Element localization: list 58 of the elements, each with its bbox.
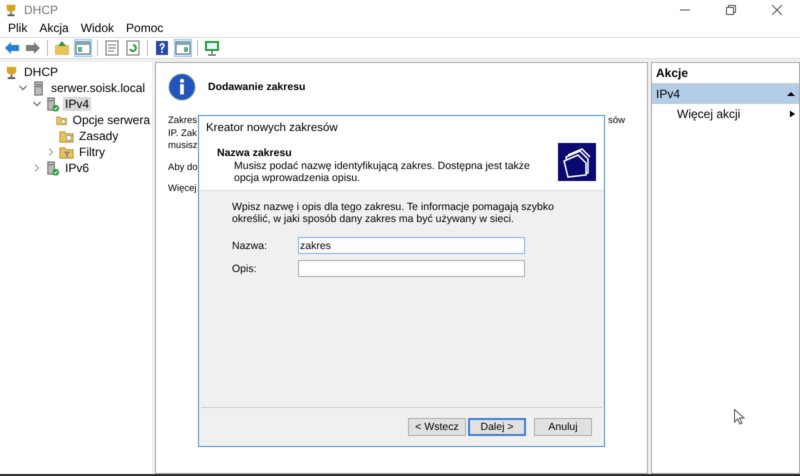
tree-item[interactable]: Opcje serwera xyxy=(70,113,152,127)
description-text: musisz xyxy=(168,140,198,152)
expanded-chevron-icon[interactable] xyxy=(33,100,41,108)
filter-folder-icon xyxy=(59,144,74,160)
folders-icon xyxy=(558,143,596,181)
menu-item[interactable]: Widok xyxy=(80,20,114,34)
text-field[interactable]: zakres xyxy=(298,237,525,254)
expanded-chevron-icon[interactable] xyxy=(19,84,27,92)
dialog-button[interactable]: Anuluj xyxy=(534,418,592,436)
action-pane-icon[interactable] xyxy=(175,40,191,56)
close-icon[interactable] xyxy=(772,5,782,15)
help-icon[interactable] xyxy=(154,40,170,56)
field-label: Nazwa: xyxy=(232,240,268,252)
action-section-header[interactable]: IPv4 xyxy=(652,84,799,104)
dialog-button[interactable]: < Wstecz xyxy=(408,418,466,436)
instruction-text: Wpisz nazwę i opis dla tego zakresu. Te informacje pomagają szybko określić, w jaki sposób dany zakres ma być używany w sieci. xyxy=(232,201,555,225)
back-arrow-icon[interactable] xyxy=(4,40,20,56)
menu-item[interactable]: Plik xyxy=(8,20,28,34)
tree-item[interactable]: DHCP xyxy=(22,65,60,79)
collapse-triangle-icon[interactable] xyxy=(787,90,795,98)
cursor-icon xyxy=(734,409,745,425)
tree-item[interactable]: Filtry xyxy=(77,145,107,159)
action-item[interactable]: Więcej akcji xyxy=(677,107,740,121)
monitor-icon[interactable] xyxy=(204,40,220,56)
description-text: Zakres xyxy=(168,115,198,128)
text-field[interactable] xyxy=(298,260,525,277)
dialog-button[interactable]: Dalej > xyxy=(468,418,526,436)
collapsed-chevron-icon[interactable] xyxy=(33,164,41,172)
dialog-title: Kreator nowych zakresów xyxy=(206,122,339,134)
collapsed-chevron-icon[interactable] xyxy=(47,148,55,156)
refresh-icon[interactable] xyxy=(125,40,141,56)
description-text: IP. Zak xyxy=(168,128,197,140)
description-text: sów xyxy=(608,115,625,128)
menu-item[interactable]: Akcja xyxy=(39,20,69,34)
tree-item[interactable]: IPv6 xyxy=(63,161,92,175)
description-text: Aby do xyxy=(168,162,198,174)
forward-arrow-icon[interactable] xyxy=(25,40,41,56)
tree-item[interactable]: IPv4 xyxy=(63,97,92,111)
window-title: DHCP xyxy=(24,3,58,17)
folder-icon xyxy=(59,128,74,144)
trophy-icon xyxy=(4,64,19,80)
submenu-arrow-icon[interactable] xyxy=(790,110,795,118)
page-description: Musisz podać nazwę identyfikującą zakres. Dostępna jest także opcja wprowadzenia opisu. xyxy=(234,160,531,184)
field-label: Opis: xyxy=(232,262,258,274)
info-icon xyxy=(168,73,196,101)
tree-item[interactable]: Zasady xyxy=(77,129,120,143)
tree-item[interactable]: serwer.soisk.local xyxy=(49,81,148,95)
properties-icon[interactable] xyxy=(104,40,120,56)
description-text: Więcej xyxy=(168,183,197,196)
server-check-icon xyxy=(45,96,60,112)
section-heading: Dodawanie zakresu xyxy=(208,80,306,94)
server-check-icon xyxy=(45,160,60,176)
folder-up-icon[interactable] xyxy=(54,40,70,56)
restore-icon[interactable] xyxy=(726,5,736,15)
console-tree-icon[interactable] xyxy=(75,40,91,56)
menu-item[interactable]: Pomoc xyxy=(126,20,164,34)
page-heading: Nazwa zakresu xyxy=(217,147,293,159)
trophy-icon xyxy=(4,3,18,17)
